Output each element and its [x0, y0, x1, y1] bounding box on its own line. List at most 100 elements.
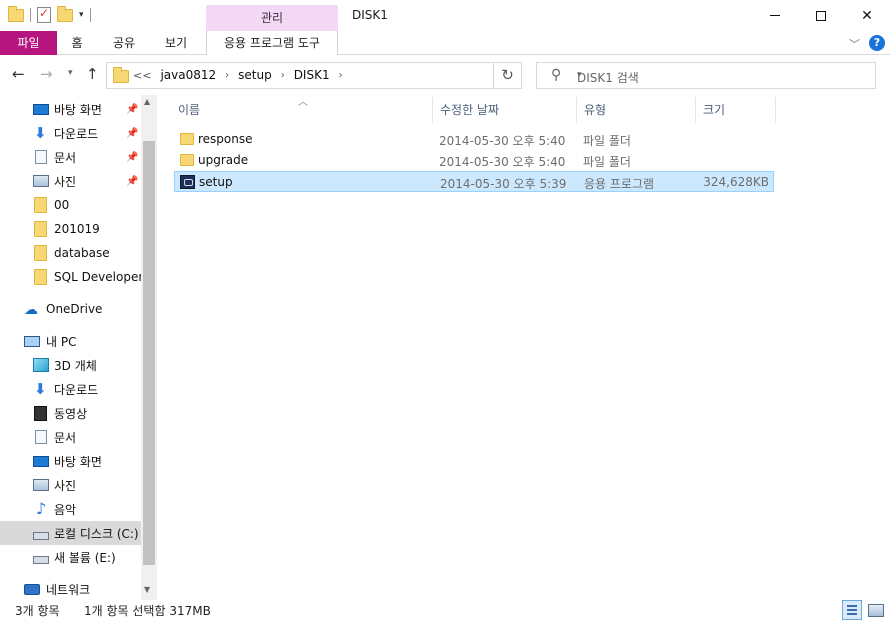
- breadcrumb-item[interactable]: setup: [238, 68, 272, 82]
- breadcrumb-overflow[interactable]: <<: [133, 69, 151, 82]
- file-name: response: [198, 132, 253, 146]
- sidebar-item-videos[interactable]: 동영상: [0, 401, 141, 425]
- tab-home[interactable]: 홈: [62, 31, 92, 55]
- sidebar-item-network[interactable]: 네트워크: [0, 577, 141, 600]
- tab-application-tools[interactable]: 응용 프로그램 도구: [206, 31, 338, 55]
- table-row[interactable]: upgrade 2014-05-30 오후 5:40 파일 폴더: [174, 150, 774, 171]
- file-name: setup: [199, 175, 233, 189]
- network-icon: [24, 583, 40, 595]
- sidebar-item-3d-objects[interactable]: 3D 개체: [0, 353, 141, 377]
- pin-icon[interactable]: 📌: [126, 176, 138, 187]
- search-input[interactable]: ⚲ DISK1 검색: [536, 62, 876, 89]
- sidebar-item-desktop[interactable]: 바탕 화면 📌: [0, 97, 141, 121]
- sidebar-item-00[interactable]: 00: [0, 193, 141, 217]
- search-placeholder: DISK1 검색: [577, 71, 639, 85]
- folder-icon: [113, 67, 129, 83]
- up-button[interactable]: ↑: [86, 65, 99, 83]
- sidebar-item-database[interactable]: database: [0, 241, 141, 265]
- sidebar-item-label: 사진: [54, 174, 77, 189]
- tab-file[interactable]: 파일: [0, 31, 57, 55]
- folder-icon: [34, 197, 47, 213]
- pin-icon[interactable]: 📌: [126, 128, 138, 139]
- breadcrumb-item[interactable]: DISK1: [294, 68, 330, 82]
- properties-icon[interactable]: [37, 6, 51, 23]
- close-button[interactable]: ✕: [844, 0, 890, 31]
- expand-ribbon-icon[interactable]: ﹀: [849, 36, 860, 52]
- folder-icon[interactable]: [8, 5, 24, 22]
- column-divider[interactable]: [775, 97, 776, 123]
- toolbar-separator: [89, 8, 91, 22]
- sidebar-item-label: 201019: [54, 222, 100, 236]
- quick-access-toolbar: ▾: [8, 5, 91, 23]
- refresh-button[interactable]: ↻: [494, 62, 522, 89]
- back-button[interactable]: ←: [12, 65, 25, 83]
- table-row[interactable]: setup 2014-05-30 오후 5:39 응용 프로그램 324,628…: [174, 171, 774, 192]
- breadcrumb-item[interactable]: java0812: [160, 68, 216, 82]
- file-type: 파일 폴더: [583, 134, 631, 148]
- sidebar-item-volume-e[interactable]: 새 볼륨 (E:): [0, 545, 141, 569]
- sidebar-item-pictures[interactable]: 사진 📌: [0, 169, 141, 193]
- sidebar-item-201019[interactable]: 201019: [0, 217, 141, 241]
- sidebar-item-local-disk-c[interactable]: 로컬 디스크 (C:): [0, 521, 141, 545]
- title-bar: ▾ 관리 DISK1 ✕: [0, 0, 890, 31]
- sidebar-item-documents[interactable]: 문서 📌: [0, 145, 141, 169]
- sidebar-item-desktop[interactable]: 바탕 화면: [0, 449, 141, 473]
- table-row[interactable]: response 2014-05-30 오후 5:40 파일 폴더: [174, 129, 774, 150]
- sidebar-item-label: 사진: [54, 478, 77, 493]
- desktop-icon: [33, 103, 49, 115]
- chevron-right-icon[interactable]: ›: [339, 70, 343, 81]
- large-icons-view-button[interactable]: [866, 601, 884, 619]
- pin-icon[interactable]: 📌: [126, 104, 138, 115]
- address-bar[interactable]: << java0812 › setup › DISK1 › ▾: [106, 62, 582, 89]
- sidebar-item-documents[interactable]: 문서: [0, 425, 141, 449]
- folder-icon: [34, 245, 47, 261]
- sidebar-item-label: 문서: [54, 150, 77, 165]
- column-header-size[interactable]: 크기: [703, 95, 725, 125]
- column-divider[interactable]: [695, 97, 696, 123]
- recent-locations-icon[interactable]: ▾: [68, 68, 73, 78]
- sidebar-item-label: 동영상: [54, 406, 88, 421]
- column-divider[interactable]: [432, 97, 433, 123]
- sidebar-item-label: 3D 개체: [54, 358, 97, 373]
- scroll-down-icon[interactable]: ▼: [144, 585, 150, 594]
- customize-toolbar-icon[interactable]: ▾: [79, 10, 84, 20]
- pin-icon[interactable]: 📌: [126, 152, 138, 163]
- manage-contextual-tab[interactable]: 관리: [206, 5, 338, 31]
- sidebar-item-label: 새 볼륨 (E:): [54, 550, 116, 565]
- column-header-type[interactable]: 유형: [584, 95, 606, 125]
- maximize-button[interactable]: [798, 0, 844, 31]
- details-view-button[interactable]: [842, 600, 862, 620]
- sidebar-item-this-pc[interactable]: 내 PC: [0, 329, 141, 353]
- sidebar-item-label: database: [54, 246, 110, 260]
- chevron-right-icon[interactable]: ›: [225, 70, 229, 81]
- minimize-button[interactable]: [752, 0, 798, 31]
- help-icon[interactable]: ?: [869, 35, 885, 51]
- new-folder-icon[interactable]: [57, 5, 73, 22]
- forward-button[interactable]: →: [40, 65, 53, 83]
- toolbar-separator: [30, 8, 31, 22]
- tab-view[interactable]: 보기: [158, 31, 194, 55]
- sidebar-item-label: SQL Developer: [54, 270, 144, 284]
- column-header-date[interactable]: 수정한 날짜: [440, 95, 499, 125]
- file-list: ︿ 이름 수정한 날짜 유형 크기 response 2014-05-30 오후…: [157, 95, 890, 600]
- sidebar-item-label: 다운로드: [54, 382, 99, 397]
- sidebar-item-music[interactable]: ♪ 음악: [0, 497, 141, 521]
- column-header-name[interactable]: 이름: [178, 95, 200, 125]
- sidebar-item-onedrive[interactable]: ☁ OneDrive: [0, 297, 141, 321]
- sidebar-item-label: 네트워크: [46, 582, 91, 597]
- sidebar-item-downloads[interactable]: ⬇ 다운로드 📌: [0, 121, 141, 145]
- sidebar-item-downloads[interactable]: ⬇ 다운로드: [0, 377, 141, 401]
- navigation-scrollbar[interactable]: ▲ ▼: [141, 95, 157, 600]
- tab-share[interactable]: 공유: [106, 31, 142, 55]
- column-divider[interactable]: [576, 97, 577, 123]
- chevron-right-icon[interactable]: ›: [281, 70, 285, 81]
- sidebar-item-pictures[interactable]: 사진: [0, 473, 141, 497]
- scrollbar-thumb[interactable]: [143, 141, 155, 565]
- sidebar-item-sql-developer[interactable]: SQL Developer: [0, 265, 144, 289]
- scroll-up-icon[interactable]: ▲: [144, 97, 150, 106]
- folder-icon: [180, 154, 194, 166]
- minimize-icon: [770, 15, 780, 16]
- file-date: 2014-05-30 오후 5:40: [439, 155, 566, 169]
- search-icon: ⚲: [551, 67, 562, 83]
- documents-icon: [35, 150, 47, 164]
